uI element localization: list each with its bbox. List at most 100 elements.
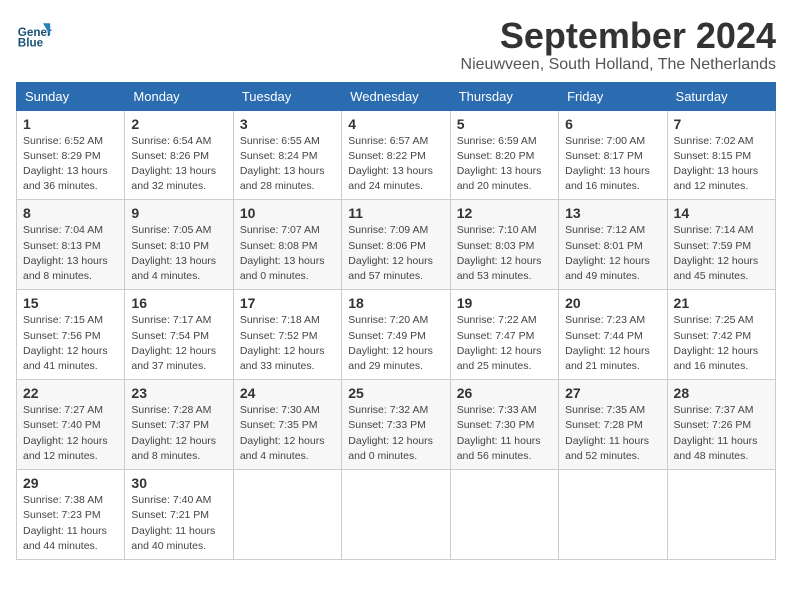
day-detail: Sunrise: 7:18 AM Sunset: 7:52 PM Dayligh… xyxy=(240,313,335,374)
month-title: September 2024 xyxy=(461,16,776,56)
location-title: Nieuwveen, South Holland, The Netherland… xyxy=(461,56,776,74)
day-detail: Sunrise: 7:28 AM Sunset: 7:37 PM Dayligh… xyxy=(131,403,226,464)
day-number: 28 xyxy=(674,385,769,401)
day-number: 7 xyxy=(674,116,769,132)
title-section: September 2024 Nieuwveen, South Holland,… xyxy=(461,16,776,74)
day-number: 17 xyxy=(240,295,335,311)
weekday-header-friday: Friday xyxy=(559,82,667,110)
day-detail: Sunrise: 7:33 AM Sunset: 7:30 PM Dayligh… xyxy=(457,403,552,464)
day-number: 3 xyxy=(240,116,335,132)
day-cell: 22Sunrise: 7:27 AM Sunset: 7:40 PM Dayli… xyxy=(17,380,125,470)
day-number: 18 xyxy=(348,295,443,311)
day-number: 23 xyxy=(131,385,226,401)
day-cell: 13Sunrise: 7:12 AM Sunset: 8:01 PM Dayli… xyxy=(559,200,667,290)
day-detail: Sunrise: 7:22 AM Sunset: 7:47 PM Dayligh… xyxy=(457,313,552,374)
day-detail: Sunrise: 7:38 AM Sunset: 7:23 PM Dayligh… xyxy=(23,493,118,554)
day-cell: 15Sunrise: 7:15 AM Sunset: 7:56 PM Dayli… xyxy=(17,290,125,380)
day-detail: Sunrise: 7:02 AM Sunset: 8:15 PM Dayligh… xyxy=(674,134,769,195)
day-number: 30 xyxy=(131,475,226,491)
day-detail: Sunrise: 7:35 AM Sunset: 7:28 PM Dayligh… xyxy=(565,403,660,464)
day-cell: 26 Sunrise: 7:33 AM Sunset: 7:30 PM Dayli… xyxy=(450,380,558,470)
week-row-3: 15Sunrise: 7:15 AM Sunset: 7:56 PM Dayli… xyxy=(17,290,776,380)
day-number: 2 xyxy=(131,116,226,132)
day-detail: Sunrise: 7:07 AM Sunset: 8:08 PM Dayligh… xyxy=(240,223,335,284)
day-detail: Sunrise: 7:09 AM Sunset: 8:06 PM Dayligh… xyxy=(348,223,443,284)
day-cell: 2 Sunrise: 6:54 AM Sunset: 8:26 PM Daylig… xyxy=(125,110,233,200)
logo: General Blue xyxy=(16,16,52,52)
day-number: 10 xyxy=(240,205,335,221)
day-number: 27 xyxy=(565,385,660,401)
day-number: 8 xyxy=(23,205,118,221)
weekday-header-sunday: Sunday xyxy=(17,82,125,110)
week-row-1: 1 Sunrise: 6:52 AM Sunset: 8:29 PM Daylig… xyxy=(17,110,776,200)
day-number: 25 xyxy=(348,385,443,401)
day-cell: 5Sunrise: 6:59 AM Sunset: 8:20 PM Daylig… xyxy=(450,110,558,200)
header: General Blue September 2024 Nieuwveen, S… xyxy=(16,16,776,74)
day-cell: 4 Sunrise: 6:57 AM Sunset: 8:22 PM Daylig… xyxy=(342,110,450,200)
day-number: 22 xyxy=(23,385,118,401)
day-number: 9 xyxy=(131,205,226,221)
day-cell: 19 Sunrise: 7:22 AM Sunset: 7:47 PM Dayli… xyxy=(450,290,558,380)
weekday-header-tuesday: Tuesday xyxy=(233,82,341,110)
day-cell: 23 Sunrise: 7:28 AM Sunset: 7:37 PM Dayli… xyxy=(125,380,233,470)
week-row-5: 29 Sunrise: 7:38 AM Sunset: 7:23 PM Dayli… xyxy=(17,470,776,560)
day-number: 4 xyxy=(348,116,443,132)
day-detail: Sunrise: 7:12 AM Sunset: 8:01 PM Dayligh… xyxy=(565,223,660,284)
day-number: 19 xyxy=(457,295,552,311)
day-cell: 9 Sunrise: 7:05 AM Sunset: 8:10 PM Daylig… xyxy=(125,200,233,290)
day-cell: 6Sunrise: 7:00 AM Sunset: 8:17 PM Daylig… xyxy=(559,110,667,200)
day-cell: 11 Sunrise: 7:09 AM Sunset: 8:06 PM Dayli… xyxy=(342,200,450,290)
day-cell: 7 Sunrise: 7:02 AM Sunset: 8:15 PM Daylig… xyxy=(667,110,775,200)
day-cell: 3 Sunrise: 6:55 AM Sunset: 8:24 PM Daylig… xyxy=(233,110,341,200)
day-cell xyxy=(667,470,775,560)
day-detail: Sunrise: 7:10 AM Sunset: 8:03 PM Dayligh… xyxy=(457,223,552,284)
day-detail: Sunrise: 6:57 AM Sunset: 8:22 PM Dayligh… xyxy=(348,134,443,195)
calendar-table: SundayMondayTuesdayWednesdayThursdayFrid… xyxy=(16,82,776,560)
weekday-header-saturday: Saturday xyxy=(667,82,775,110)
day-number: 26 xyxy=(457,385,552,401)
day-detail: Sunrise: 6:52 AM Sunset: 8:29 PM Dayligh… xyxy=(23,134,118,195)
day-cell xyxy=(233,470,341,560)
day-cell: 20Sunrise: 7:23 AM Sunset: 7:44 PM Dayli… xyxy=(559,290,667,380)
day-number: 14 xyxy=(674,205,769,221)
day-detail: Sunrise: 7:32 AM Sunset: 7:33 PM Dayligh… xyxy=(348,403,443,464)
day-detail: Sunrise: 7:17 AM Sunset: 7:54 PM Dayligh… xyxy=(131,313,226,374)
day-detail: Sunrise: 7:15 AM Sunset: 7:56 PM Dayligh… xyxy=(23,313,118,374)
day-number: 12 xyxy=(457,205,552,221)
day-cell: 8 Sunrise: 7:04 AM Sunset: 8:13 PM Daylig… xyxy=(17,200,125,290)
day-cell: 1 Sunrise: 6:52 AM Sunset: 8:29 PM Daylig… xyxy=(17,110,125,200)
day-cell xyxy=(342,470,450,560)
day-detail: Sunrise: 7:05 AM Sunset: 8:10 PM Dayligh… xyxy=(131,223,226,284)
day-cell: 27 Sunrise: 7:35 AM Sunset: 7:28 PM Dayli… xyxy=(559,380,667,470)
day-number: 1 xyxy=(23,116,118,132)
weekday-header-thursday: Thursday xyxy=(450,82,558,110)
day-detail: Sunrise: 7:23 AM Sunset: 7:44 PM Dayligh… xyxy=(565,313,660,374)
day-number: 21 xyxy=(674,295,769,311)
day-cell: 17 Sunrise: 7:18 AM Sunset: 7:52 PM Dayli… xyxy=(233,290,341,380)
day-cell: 29 Sunrise: 7:38 AM Sunset: 7:23 PM Dayli… xyxy=(17,470,125,560)
day-cell: 18 Sunrise: 7:20 AM Sunset: 7:49 PM Dayli… xyxy=(342,290,450,380)
day-cell: 24Sunrise: 7:30 AM Sunset: 7:35 PM Dayli… xyxy=(233,380,341,470)
day-cell: 10 Sunrise: 7:07 AM Sunset: 8:08 PM Dayli… xyxy=(233,200,341,290)
day-cell: 28 Sunrise: 7:37 AM Sunset: 7:26 PM Dayli… xyxy=(667,380,775,470)
weekday-header-row: SundayMondayTuesdayWednesdayThursdayFrid… xyxy=(17,82,776,110)
day-detail: Sunrise: 7:30 AM Sunset: 7:35 PM Dayligh… xyxy=(240,403,335,464)
weekday-header-wednesday: Wednesday xyxy=(342,82,450,110)
svg-text:Blue: Blue xyxy=(18,37,44,50)
day-detail: Sunrise: 6:55 AM Sunset: 8:24 PM Dayligh… xyxy=(240,134,335,195)
day-number: 5 xyxy=(457,116,552,132)
day-cell: 21 Sunrise: 7:25 AM Sunset: 7:42 PM Dayli… xyxy=(667,290,775,380)
day-detail: Sunrise: 7:04 AM Sunset: 8:13 PM Dayligh… xyxy=(23,223,118,284)
day-number: 11 xyxy=(348,205,443,221)
day-detail: Sunrise: 7:20 AM Sunset: 7:49 PM Dayligh… xyxy=(348,313,443,374)
day-detail: Sunrise: 7:40 AM Sunset: 7:21 PM Dayligh… xyxy=(131,493,226,554)
day-cell: 14 Sunrise: 7:14 AM Sunset: 7:59 PM Dayli… xyxy=(667,200,775,290)
day-detail: Sunrise: 7:37 AM Sunset: 7:26 PM Dayligh… xyxy=(674,403,769,464)
day-detail: Sunrise: 7:25 AM Sunset: 7:42 PM Dayligh… xyxy=(674,313,769,374)
day-number: 6 xyxy=(565,116,660,132)
day-detail: Sunrise: 7:14 AM Sunset: 7:59 PM Dayligh… xyxy=(674,223,769,284)
day-number: 29 xyxy=(23,475,118,491)
day-cell xyxy=(559,470,667,560)
day-detail: Sunrise: 6:54 AM Sunset: 8:26 PM Dayligh… xyxy=(131,134,226,195)
week-row-2: 8 Sunrise: 7:04 AM Sunset: 8:13 PM Daylig… xyxy=(17,200,776,290)
